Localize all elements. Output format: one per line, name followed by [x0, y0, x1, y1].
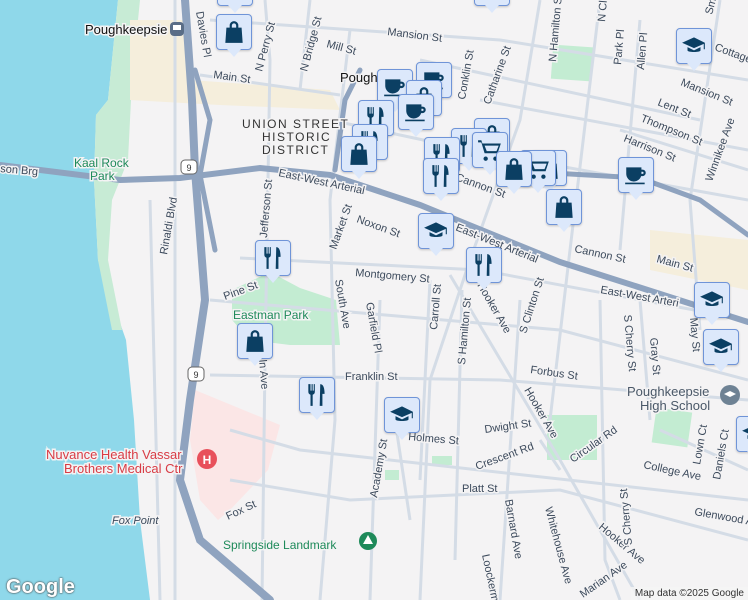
- street-label: N Cl: [596, 0, 610, 22]
- street-label: Lent St: [656, 97, 693, 121]
- eastman-park-label[interactable]: Eastman Park: [232, 307, 311, 324]
- street-label: Franklin St: [345, 371, 398, 383]
- street-label: Holmes St: [408, 431, 460, 447]
- street-label: Jefferson St: [258, 179, 275, 238]
- shopping-bag-icon: [479, 0, 505, 1]
- fork-knife-icon: [260, 245, 286, 271]
- restaurant-marker[interactable]: [255, 240, 291, 283]
- street-label: May St: [687, 317, 702, 352]
- street-label: Noxon St: [355, 214, 402, 241]
- cafe-marker[interactable]: [398, 94, 434, 137]
- us-route-9-shield: 9: [180, 159, 198, 175]
- fork-knife-icon: [471, 252, 497, 278]
- school-marker[interactable]: [384, 397, 420, 440]
- street-label: Cannon St: [573, 243, 626, 266]
- shopping-bag-icon: [346, 141, 372, 167]
- street-label: Mill St: [325, 38, 357, 57]
- hospital-icon[interactable]: H: [197, 449, 217, 469]
- high-school-label-1[interactable]: Poughkeepsie: [626, 383, 711, 401]
- street-label: Loockerm: [479, 553, 501, 600]
- route-number: 9: [193, 370, 198, 380]
- shopping-marker[interactable]: [546, 189, 582, 232]
- hospital-label-1[interactable]: Nuvance Health Vassar: [45, 446, 184, 464]
- district-label-2: HISTORIC: [262, 130, 331, 144]
- tree-icon[interactable]: [359, 532, 377, 550]
- train-icon: [170, 22, 184, 36]
- fork-knife-icon: [304, 382, 330, 408]
- street-label: Dwight St: [484, 418, 532, 436]
- district-label-1: UNION STREET: [242, 117, 349, 131]
- restaurant-marker[interactable]: [466, 247, 502, 290]
- shopping-marker[interactable]: [217, 0, 253, 13]
- street-label: N Bridge St: [298, 15, 324, 72]
- graduation-cap-icon: [741, 421, 748, 447]
- shopping-bag-icon: [551, 194, 577, 220]
- street-label: Whitehouse Ave: [542, 506, 574, 586]
- station-label[interactable]: Poughkeepsie: [84, 21, 169, 39]
- street-label: S Clinton St: [517, 276, 546, 335]
- high-school-label-2[interactable]: High School: [639, 397, 712, 415]
- street-label: Platt St: [462, 483, 497, 495]
- shopping-marker[interactable]: [237, 323, 273, 366]
- school-marker[interactable]: [418, 213, 454, 256]
- kaal-rock-park-label-1[interactable]: Kaal Rock: [73, 155, 132, 172]
- shopping-marker[interactable]: [474, 0, 510, 13]
- shopping-marker[interactable]: [496, 151, 532, 194]
- graduation-cap-icon: [423, 218, 449, 244]
- restaurant-marker[interactable]: [423, 158, 459, 201]
- graduation-cap-icon: [708, 334, 734, 360]
- park-area: [385, 470, 399, 480]
- school-marker[interactable]: [676, 28, 712, 71]
- street-label: N Perry St: [253, 21, 278, 73]
- graduation-cap-icon: [389, 402, 415, 428]
- google-logo: Google: [6, 576, 75, 598]
- coffee-cup-icon: [623, 162, 649, 188]
- street-label: Marian Ave: [578, 559, 630, 600]
- school-marker[interactable]: [703, 329, 739, 372]
- street-label: Montgomery St: [355, 267, 430, 285]
- street-label: Mansion St: [387, 26, 443, 45]
- school-icon[interactable]: [720, 385, 740, 405]
- hospital-label-2[interactable]: Brothers Medical Ctr: [63, 460, 185, 478]
- street-label: Crescent Rd: [474, 441, 536, 473]
- street-label: Gray St: [647, 337, 662, 375]
- shopping-bag-icon: [222, 0, 248, 1]
- street-label: S Cherry St: [621, 314, 638, 372]
- graduation-cap-icon: [681, 33, 707, 59]
- street-label: Cottage St: [713, 42, 748, 71]
- map-attribution[interactable]: Map data ©2025 Google: [630, 587, 748, 600]
- shopping-bag-icon: [221, 19, 247, 45]
- school-marker[interactable]: [694, 282, 730, 325]
- street-label: S Hamilton St: [456, 297, 474, 365]
- route-number: 9: [186, 163, 191, 173]
- street-label: Academy St: [368, 438, 390, 498]
- shopping-marker[interactable]: [341, 136, 377, 179]
- street-label: Winnikee Ave: [704, 116, 738, 183]
- city-label: Pough: [340, 70, 378, 85]
- street-label: Lown Ct: [691, 424, 710, 466]
- us-route-9-shield: 9: [187, 366, 205, 382]
- street-label: Davies Pl: [193, 10, 213, 58]
- district-label-3: DISTRICT: [262, 143, 329, 157]
- restaurant-marker[interactable]: [299, 377, 335, 420]
- cafe-marker[interactable]: [618, 157, 654, 200]
- svg-text:H: H: [203, 453, 212, 467]
- school-marker[interactable]: [736, 416, 748, 459]
- fork-knife-icon: [428, 163, 454, 189]
- springside-label[interactable]: Springside Landmark: [222, 537, 339, 554]
- shopping-bag-icon: [501, 156, 527, 182]
- kaal-rock-park-label-2[interactable]: Park: [89, 168, 118, 185]
- shopping-marker[interactable]: [216, 14, 252, 57]
- street-label: Conklin St: [456, 49, 477, 100]
- fox-point-label: Fox Point: [112, 515, 159, 527]
- shopping-bag-icon: [242, 328, 268, 354]
- map-canvas[interactable]: 9 9 Poughkeepsie Pough UNION STREET HIST…: [0, 0, 748, 600]
- graduation-cap-icon: [699, 287, 725, 313]
- coffee-cup-icon: [403, 99, 429, 125]
- street-label: Rinaldi Blvd: [158, 196, 180, 255]
